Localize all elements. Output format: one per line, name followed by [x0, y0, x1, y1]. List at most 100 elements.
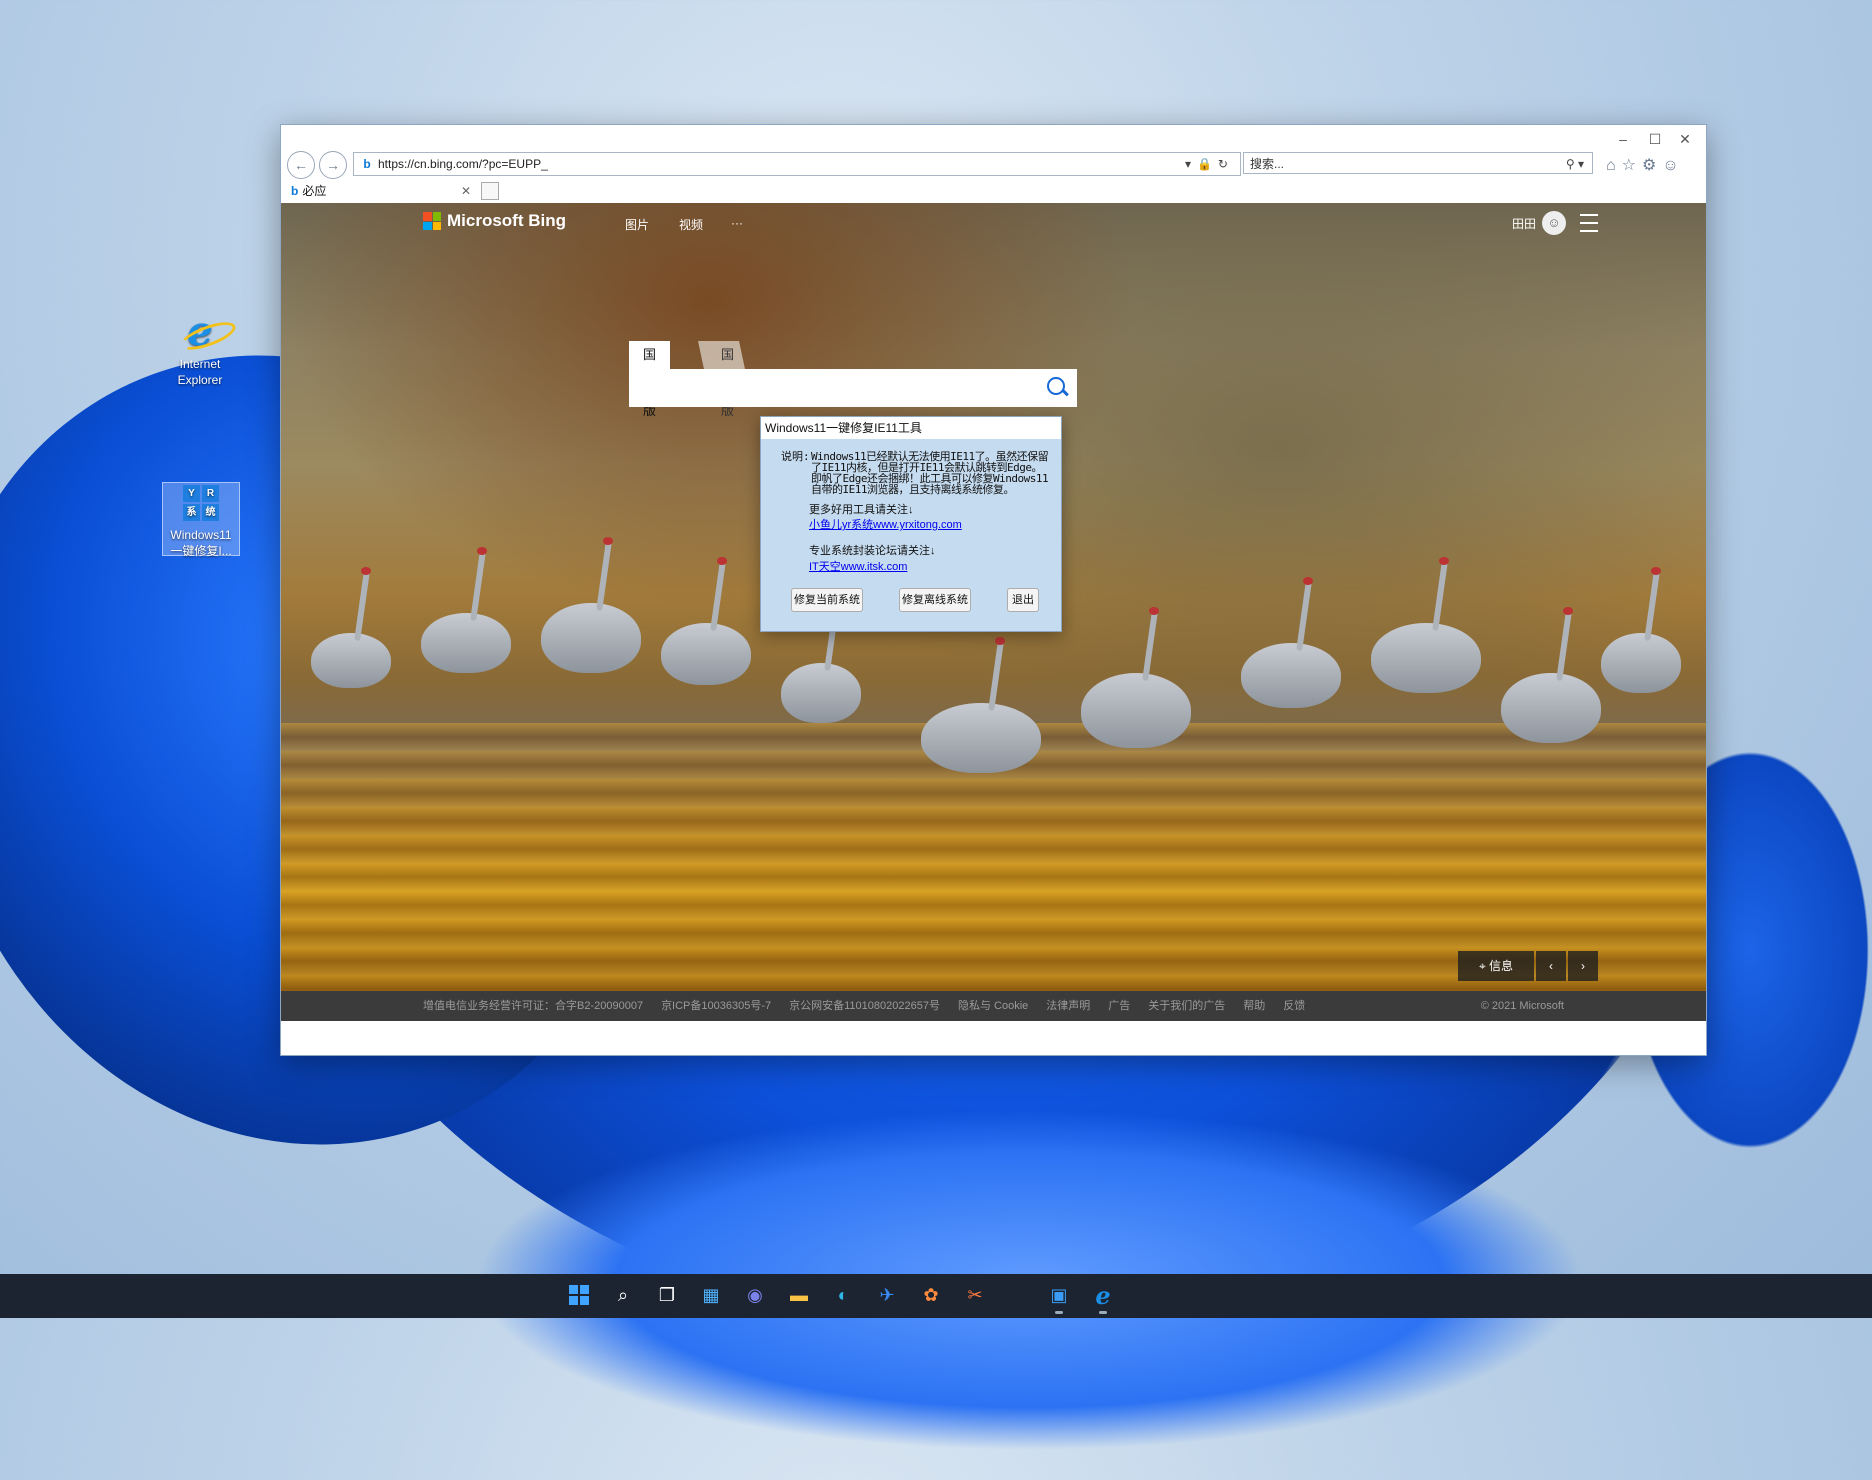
info-label: 信息 — [1489, 959, 1514, 973]
forum-text: 专业系统封装论坛请关注↓ — [809, 545, 936, 557]
search-icon[interactable]: ⚲ ▾ — [1566, 153, 1584, 175]
bing-search-input[interactable] — [629, 369, 1077, 407]
maximize-button[interactable]: ☐ — [1640, 129, 1670, 149]
description-label: 说明: — [781, 450, 810, 463]
tool-glyph: Y — [183, 485, 200, 502]
desktop-icon-label: 一键修复I... — [170, 544, 232, 558]
repair-offline-button[interactable]: 修复离线系统 — [899, 588, 971, 612]
footer-link[interactable]: 帮助 — [1243, 991, 1265, 1021]
address-url: https://cn.bing.com/?pc=EUPP_ — [378, 157, 548, 171]
desktop-icon-label: Windows11 — [170, 528, 232, 542]
photos-icon[interactable]: ✿ — [916, 1280, 946, 1310]
background-crane — [1501, 607, 1601, 743]
edge-icon[interactable]: ◐ — [828, 1280, 858, 1310]
background-crane — [1371, 557, 1481, 693]
background-crane — [661, 557, 751, 685]
search-icon[interactable] — [1047, 377, 1065, 395]
footer-link[interactable]: 增值电信业务经营许可证：合字B2-20090007 — [423, 991, 643, 1021]
yr-tool-glyph: ▣ — [1050, 1284, 1068, 1305]
tab-close-icon[interactable]: ✕ — [461, 180, 471, 202]
nav-images[interactable]: 图片 — [625, 216, 649, 233]
internet-explorer-taskbar-icon[interactable]: e — [1088, 1280, 1118, 1314]
search-box[interactable]: 搜索... ⚲ ▾ — [1243, 152, 1593, 174]
yr-tool-icon: Y R 系 统 — [181, 483, 221, 523]
background-crane — [1241, 577, 1341, 708]
footer-link[interactable]: 法律声明 — [1046, 991, 1090, 1021]
background-crane — [311, 567, 391, 688]
footer-link[interactable]: 反馈 — [1283, 991, 1305, 1021]
footer-link[interactable]: 关于我们的广告 — [1148, 991, 1225, 1021]
blue-tool-icon[interactable]: ✈ — [872, 1280, 902, 1310]
bing-header: Microsoft Bing 图片 视频 ··· 田田 ☺ — [281, 203, 1706, 239]
more-tools-text: 更多好用工具请关注↓ — [809, 504, 914, 516]
search-icon[interactable]: ⌕ — [608, 1280, 638, 1310]
bing-logo[interactable]: Microsoft Bing — [423, 211, 566, 231]
address-bar[interactable]: b https://cn.bing.com/?pc=EUPP_ ▾🔒↻ — [353, 152, 1241, 176]
background-crane — [541, 537, 641, 673]
background-crane — [1601, 567, 1681, 693]
previous-image-button[interactable]: ‹ — [1536, 951, 1566, 981]
ie-browser-window: – ☐ ✕ ← → b https://cn.bing.com/?pc=EUPP_… — [280, 124, 1707, 1056]
bing-favicon-icon: b — [363, 157, 371, 171]
image-controls: ⌖ 信息 ‹ › — [1458, 951, 1598, 981]
nav-more[interactable]: ··· — [731, 216, 743, 230]
yr-tool-taskbar-icon[interactable]: ▣ — [1044, 1280, 1074, 1314]
microsoft-logo-icon — [423, 212, 441, 230]
new-tab-button[interactable] — [481, 182, 499, 200]
repair-current-button[interactable]: 修复当前系统 — [791, 588, 863, 612]
tool-glyph: 系 — [183, 504, 200, 521]
internet-explorer-icon: e — [187, 308, 213, 355]
tool-glyph: R — [202, 485, 219, 502]
avatar-icon[interactable]: ☺ — [1542, 211, 1566, 235]
bing-favicon-icon: b — [291, 184, 299, 198]
background-crane — [781, 597, 861, 723]
search-placeholder: 搜索... — [1250, 157, 1285, 171]
taskbar: ⌕ ❐ ▦ ◉ ▬ ◐ ✈ ✿ ✂ ▣ e — [0, 1274, 1872, 1318]
toolbar-icons[interactable]: ⌂☆⚙☺ — [1606, 155, 1685, 175]
user-name[interactable]: 田田 — [1512, 215, 1536, 232]
background-crane — [921, 637, 1041, 773]
widgets-icon[interactable]: ▦ — [696, 1280, 726, 1310]
footer-link[interactable]: 京ICP备10036305号-7 — [661, 991, 771, 1021]
yrxitong-link[interactable]: 小鱼儿yr系统www.yrxitong.com — [809, 516, 962, 532]
forward-button[interactable]: → — [319, 151, 347, 179]
windows-start-icon[interactable] — [564, 1280, 594, 1310]
tab-domestic[interactable]: 国内版 — [629, 341, 671, 418]
task-view-icon[interactable]: ❐ — [652, 1280, 682, 1310]
background-crane — [421, 547, 511, 673]
dialog-title: Windows11一键修复IE11工具 — [761, 417, 1061, 439]
tab-title: 必应 — [302, 184, 327, 198]
minimize-button[interactable]: – — [1608, 129, 1638, 149]
itsk-link[interactable]: IT天空www.itsk.com — [809, 558, 907, 574]
description-text: Windows11已经默认无法使用IE11了。虽然还保留了IE11内核，但是打开… — [811, 450, 1049, 496]
capture-icon[interactable]: ✂ — [960, 1280, 990, 1310]
nav-videos[interactable]: 视频 — [679, 216, 703, 233]
desktop-icon-internet-explorer[interactable]: e Internet Explorer — [162, 312, 238, 388]
running-indicator — [1099, 1311, 1107, 1314]
running-indicator — [1055, 1311, 1063, 1314]
tab-bing[interactable]: b 必应 ✕ — [285, 180, 475, 202]
background-crane — [1081, 607, 1191, 748]
footer-link[interactable]: 广告 — [1108, 991, 1130, 1021]
exit-button[interactable]: 退出 — [1007, 588, 1039, 612]
next-image-button[interactable]: › — [1568, 951, 1598, 981]
tab-international[interactable]: 国际版 — [698, 341, 745, 418]
dialog-description: 说明: Windows11已经默认无法使用IE11了。虽然还保留了IE11内核，… — [781, 451, 1049, 495]
desktop-icon-label: Internet — [179, 357, 221, 371]
desktop-icon-windows11-repair[interactable]: Y R 系 统 Windows11 一键修复I... — [162, 482, 240, 558]
file-explorer-icon[interactable]: ▬ — [784, 1280, 814, 1310]
bing-footer: 增值电信业务经营许可证：合字B2-20090007 京ICP备10036305号… — [281, 991, 1706, 1021]
back-button[interactable]: ← — [287, 151, 315, 179]
tool-glyph: 统 — [202, 504, 219, 521]
tab-strip: b 必应 ✕ — [281, 179, 1706, 204]
logo-text: Microsoft Bing — [447, 211, 566, 230]
info-button[interactable]: ⌖ 信息 — [1458, 951, 1534, 981]
address-tools[interactable]: ▾🔒↻ — [1185, 153, 1234, 175]
ie-glyph: e — [1095, 1280, 1111, 1310]
navigation-bar: ← → b https://cn.bing.com/?pc=EUPP_ ▾🔒↻ 搜… — [281, 149, 1706, 179]
footer-link[interactable]: 京公网安备11010802022657号 — [789, 991, 940, 1021]
hamburger-menu-icon[interactable] — [1580, 214, 1598, 232]
footer-link[interactable]: 隐私与 Cookie — [958, 991, 1028, 1021]
close-button[interactable]: ✕ — [1670, 129, 1700, 149]
chat-icon[interactable]: ◉ — [740, 1280, 770, 1310]
